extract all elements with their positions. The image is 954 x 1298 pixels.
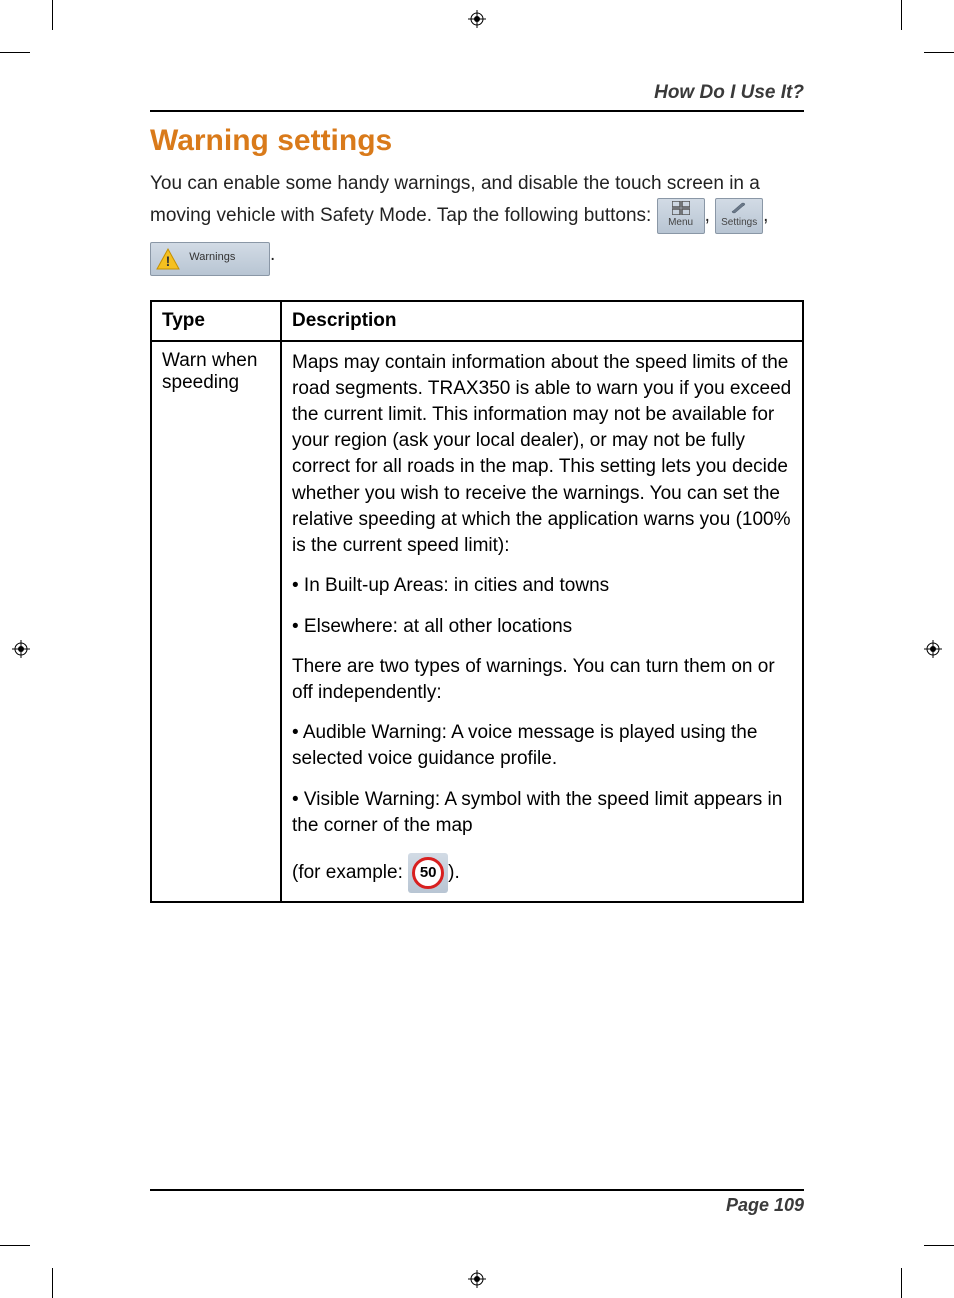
- warning-triangle-icon: !: [155, 247, 181, 273]
- cell-type: Warn when speeding: [151, 341, 281, 903]
- warnings-button-label: Warnings: [189, 251, 235, 263]
- page-number: Page 109: [726, 1195, 804, 1216]
- menu-button-label: Menu: [662, 217, 700, 229]
- table-row: Warn when speeding Maps may contain info…: [151, 341, 803, 903]
- menu-button[interactable]: Menu: [657, 198, 705, 234]
- desc-p5: • Audible Warning: A voice message is pl…: [292, 720, 792, 772]
- svg-text:!: !: [166, 253, 171, 269]
- page-heading: Warning settings: [150, 124, 804, 158]
- grid-icon: [662, 201, 700, 217]
- table-header-description: Description: [281, 301, 803, 341]
- settings-table: Type Description Warn when speeding Maps…: [150, 300, 804, 904]
- separator-comma: ,: [763, 205, 768, 226]
- desc-p6: • Visible Warning: A symbol with the spe…: [292, 787, 792, 839]
- separator-comma: ,: [705, 205, 716, 226]
- registration-mark-icon: [12, 640, 30, 658]
- registration-mark-icon: [468, 1270, 486, 1288]
- table-header-type: Type: [151, 301, 281, 341]
- desc-p4: There are two types of warnings. You can…: [292, 654, 792, 706]
- registration-mark-icon: [924, 640, 942, 658]
- header-section-title: How Do I Use It?: [150, 82, 804, 110]
- warnings-button[interactable]: ! Warnings: [150, 242, 270, 276]
- desc-p7-prefix: (for example:: [292, 862, 408, 883]
- settings-button-label: Settings: [720, 217, 758, 229]
- cell-description: Maps may contain information about the s…: [281, 341, 803, 903]
- speed-limit-value: 50: [412, 857, 444, 889]
- desc-p7-suffix: ).: [448, 862, 460, 883]
- speed-limit-sign-icon: 50: [408, 853, 448, 893]
- desc-p1: Maps may contain information about the s…: [292, 350, 792, 560]
- settings-button[interactable]: Settings: [715, 198, 763, 234]
- intro-period: .: [270, 244, 275, 265]
- registration-mark-icon: [468, 10, 486, 28]
- desc-p3: • Elsewhere: at all other locations: [292, 614, 792, 640]
- desc-p2: • In Built-up Areas: in cities and towns: [292, 573, 792, 599]
- wrench-icon: [720, 201, 758, 217]
- intro-paragraph: You can enable some handy warnings, and …: [150, 170, 804, 276]
- desc-p7: (for example: 50 ).: [292, 853, 792, 893]
